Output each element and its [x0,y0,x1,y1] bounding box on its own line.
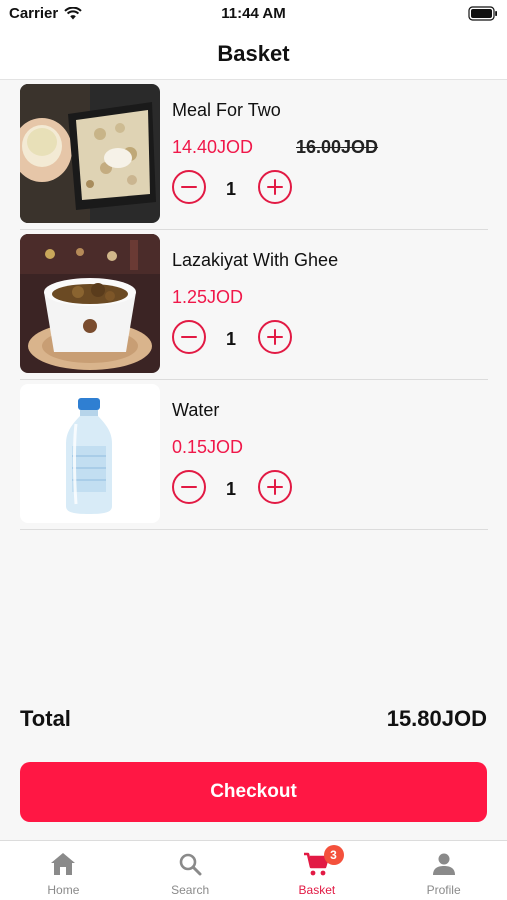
water-bottle-photo [20,384,160,523]
battery-icon [468,6,497,21]
tab-label: Profile [426,883,461,897]
person-icon [432,853,455,875]
tab-profile[interactable]: Profile [380,841,507,900]
basket-item: Lazakiyat With Ghee 1.25JOD 1 [20,230,488,380]
item-name: Lazakiyat With Ghee [172,250,339,270]
basket-item: Water 0.15JOD 1 [20,380,488,530]
navigation-bar: Basket [0,28,507,80]
decrease-quantity-button[interactable] [172,470,206,504]
increase-quantity-button[interactable] [258,470,292,504]
cart-count-badge: 3 [323,845,344,865]
item-quantity: 1 [225,329,236,349]
decrease-quantity-button[interactable] [172,170,206,204]
increase-quantity-button[interactable] [258,170,292,204]
item-original-price: 16.00JOD [296,137,379,157]
item-price: 0.15JOD [172,437,244,457]
checkout-button[interactable]: Checkout [20,762,487,822]
item-image [20,234,160,373]
clock: 11:44 AM [221,5,286,22]
item-quantity: 1 [225,479,236,499]
food-photo [20,84,160,223]
basket-item: Meal For Two 14.40JOD 16.00JOD 1 [20,80,488,230]
item-quantity: 1 [225,179,236,199]
basket-list: Meal For Two 14.40JOD 16.00JOD 1 Lazakiy… [20,80,488,530]
page-title: Basket [217,40,290,66]
tab-label: Search [171,883,210,897]
tab-label: Home [47,883,80,897]
tab-bar: Home Search 3 Basket Profile [0,840,507,900]
item-price: 14.40JOD [172,137,254,157]
status-bar: Carrier 11:44 AM [0,0,507,28]
increase-quantity-button[interactable] [258,320,292,354]
item-name: Meal For Two [172,100,281,120]
item-image [20,84,160,223]
total-label: Total [20,706,71,731]
food-photo [20,234,160,373]
item-name: Water [172,400,220,420]
tab-basket[interactable]: 3 Basket [254,841,381,900]
search-icon [179,853,202,876]
decrease-quantity-button[interactable] [172,320,206,354]
home-icon [51,853,76,875]
tab-home[interactable]: Home [0,841,127,900]
tab-search[interactable]: Search [127,841,254,900]
tab-label: Basket [298,883,336,897]
total-value: 15.80JOD [386,706,487,731]
item-price: 1.25JOD [172,287,244,307]
item-image [20,384,160,523]
